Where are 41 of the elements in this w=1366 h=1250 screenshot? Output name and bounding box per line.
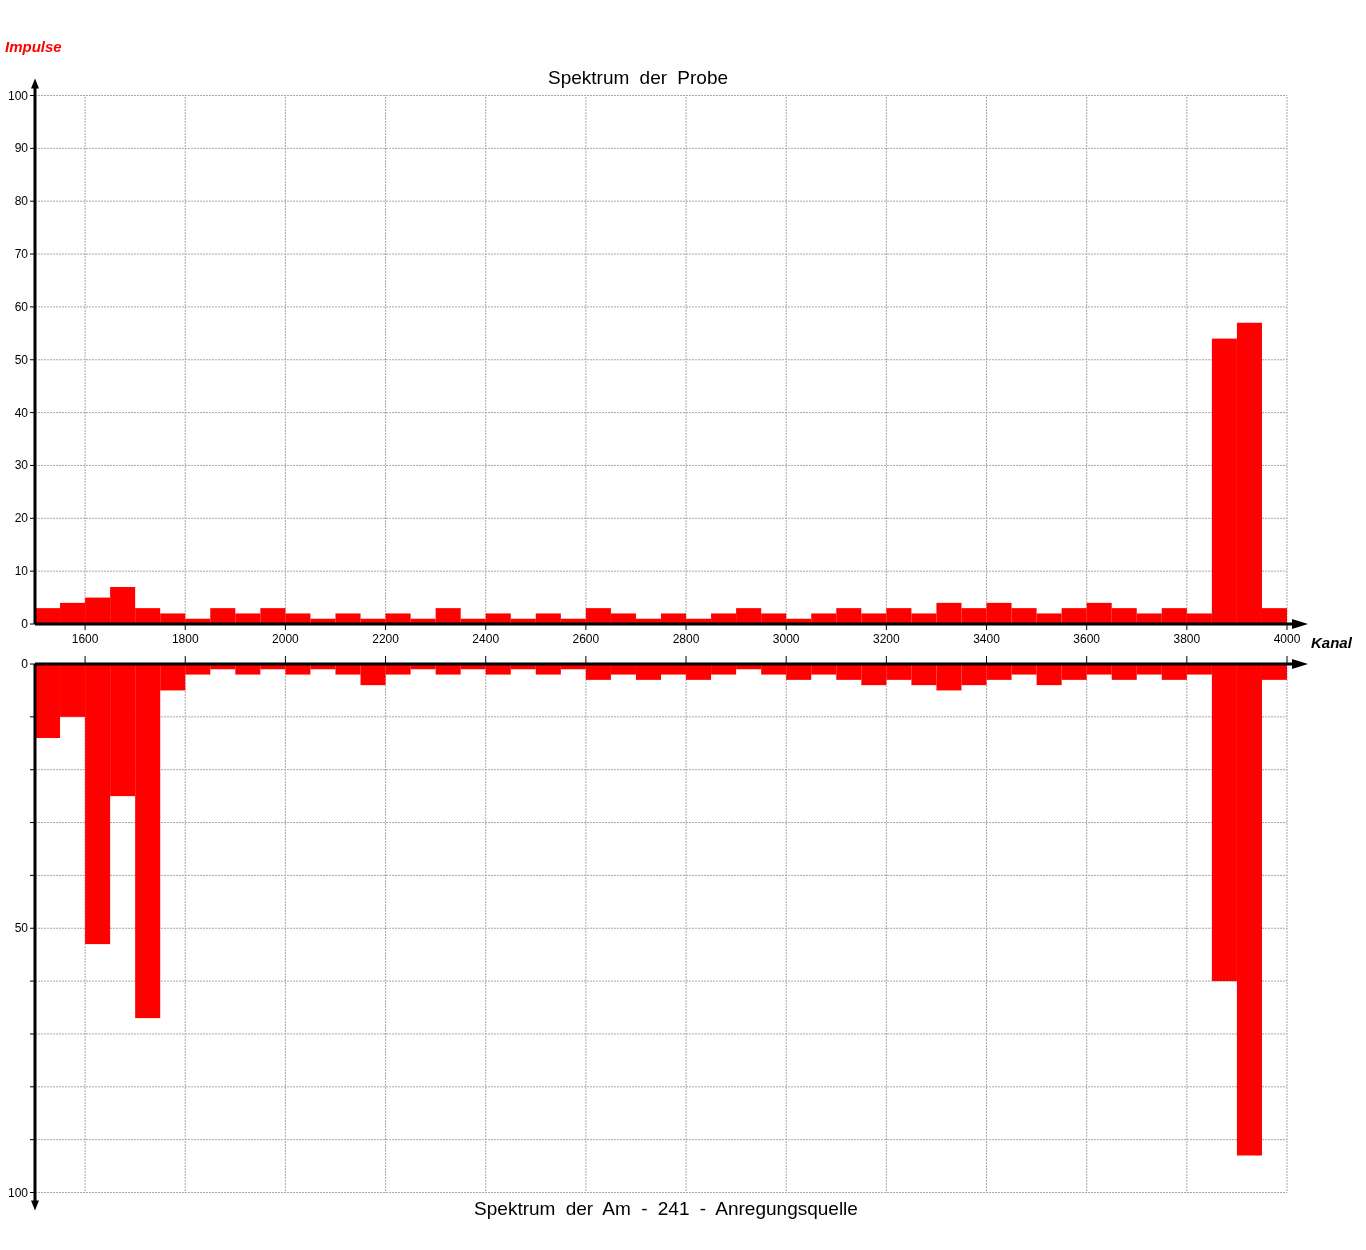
y-tick-label: 20	[14, 511, 28, 526]
x-tick-label: 4000	[1273, 632, 1301, 646]
x-tick-label: 2400	[472, 632, 500, 646]
spectrum-bar	[60, 602, 86, 624]
x-tick-label: 2800	[672, 632, 700, 646]
y-tick-label: 90	[14, 141, 28, 156]
y-tick-label: 100	[7, 88, 28, 103]
x-tick-label: 3000	[772, 632, 800, 646]
x-tick-label: 1600	[71, 632, 99, 646]
y-tick-label: 60	[14, 299, 28, 314]
spectrum-bar	[936, 664, 962, 691]
y-tick-label: 50	[14, 921, 28, 936]
y-tick-label: 30	[14, 458, 28, 473]
spectrum-bar	[961, 608, 987, 624]
x-tick-label: 3400	[973, 632, 1000, 646]
spectrum-bar	[986, 602, 1012, 624]
y-tick-label: 0	[21, 617, 28, 631]
spectrum-bar	[861, 664, 887, 686]
spectrum-bar	[35, 608, 61, 624]
x-tick-label: 3800	[1173, 632, 1201, 646]
x-axis-title: Kanal	[1311, 634, 1352, 651]
x-tick-label: 2000	[272, 632, 299, 646]
y-tick-label: 0	[21, 657, 28, 671]
x-tick-label: 3600	[1073, 632, 1101, 646]
x-tick-label: 1800	[171, 632, 199, 646]
y-tick-label: 10	[14, 564, 28, 579]
y-axis-title: Impulse	[5, 38, 62, 55]
x-tick-label: 3200	[873, 632, 900, 646]
chart-title: Spektrum der Probe	[548, 67, 728, 88]
y-tick-label: 50	[14, 352, 28, 367]
y-tick-label: 100	[7, 1185, 28, 1200]
x-tick-label: 2200	[372, 632, 399, 646]
spectrum-bar	[911, 664, 937, 686]
chart-title: Spektrum der Am - 241 - Anregungsquelle	[474, 1198, 858, 1219]
y-tick-label: 70	[14, 247, 28, 262]
spectrum-bar	[961, 664, 987, 686]
x-tick-label: 2600	[572, 632, 600, 646]
spectrum-bar	[1086, 602, 1112, 624]
spectrum-bar	[85, 597, 111, 624]
y-tick-label: 80	[14, 194, 28, 209]
y-tick-label: 40	[14, 405, 28, 420]
